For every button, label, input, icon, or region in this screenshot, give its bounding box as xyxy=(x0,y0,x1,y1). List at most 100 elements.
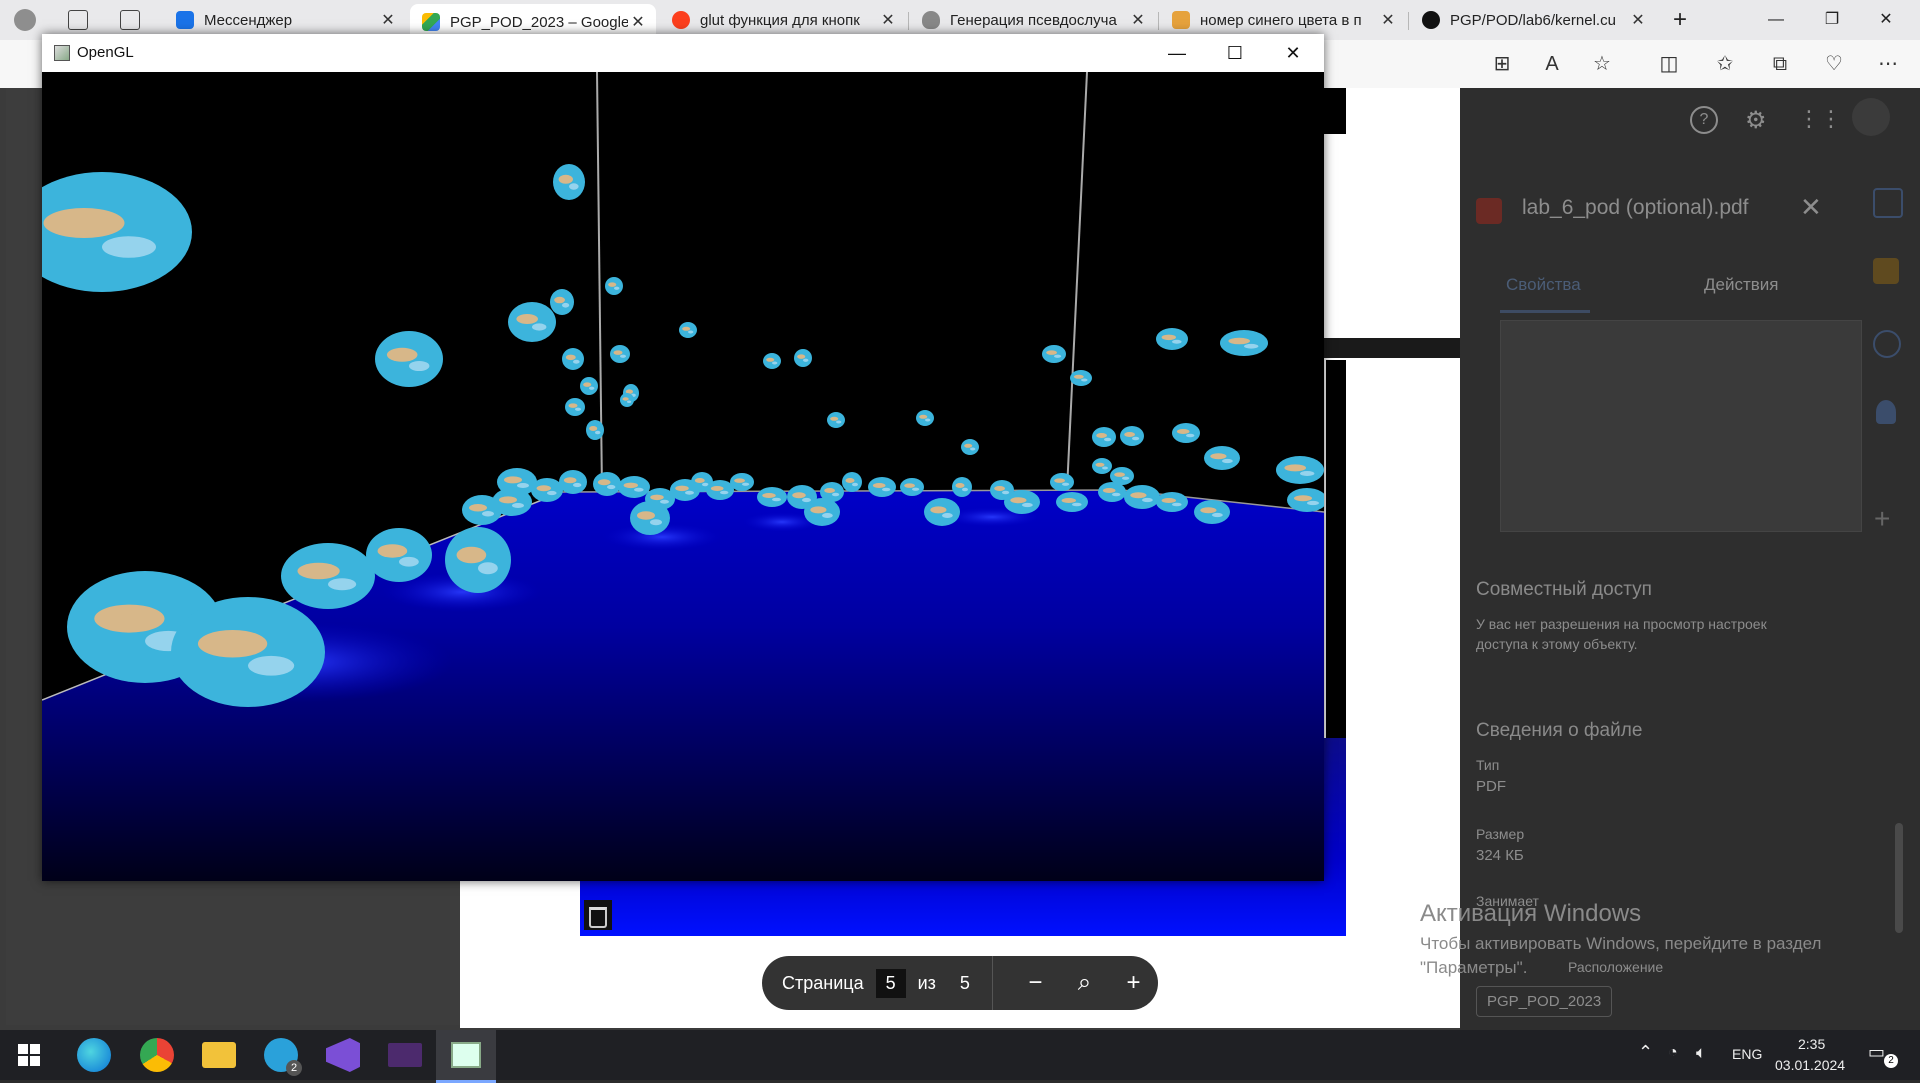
show-hidden-icons[interactable]: ⌃ xyxy=(1638,1042,1653,1063)
zoom-in-button[interactable]: + xyxy=(1109,969,1158,997)
recycle-bin-icon xyxy=(584,900,612,930)
browser-close-button[interactable]: ✕ xyxy=(1866,6,1906,34)
close-panel-icon[interactable]: ✕ xyxy=(1800,192,1822,223)
sphere-highlight xyxy=(1300,470,1315,477)
account-avatar[interactable] xyxy=(1852,98,1890,136)
notifications-icon[interactable]: ▭ 2 xyxy=(1868,1042,1898,1068)
browser-maximize-button[interactable]: ❐ xyxy=(1812,6,1852,34)
telegram-icon[interactable]: 2 xyxy=(264,1038,302,1076)
collections-icon[interactable]: ⧉ xyxy=(1768,52,1792,76)
sphere-highlight xyxy=(962,487,968,492)
zoom-out-button[interactable]: − xyxy=(1011,969,1060,997)
add-addon-icon[interactable]: + xyxy=(1874,503,1890,535)
folder-chip[interactable]: PGP_POD_2023 xyxy=(1476,986,1613,1017)
sphere-continent xyxy=(597,479,611,486)
sharing-text-2: доступа к этому объекту. xyxy=(1476,636,1638,652)
type-label: Тип xyxy=(1476,757,1500,773)
sphere-continent xyxy=(710,486,724,491)
tab-actions[interactable]: Действия xyxy=(1704,275,1778,295)
more-menu-icon[interactable]: ⋯ xyxy=(1876,52,1900,76)
new-tab-button[interactable]: + xyxy=(1660,6,1700,34)
opengl-titlebar[interactable]: OpenGL — ☐ ✕ xyxy=(42,34,1324,72)
settings-gear-icon[interactable]: ⚙ xyxy=(1745,106,1767,135)
tab-actions-icon[interactable] xyxy=(120,10,140,30)
tasks-icon[interactable] xyxy=(1873,330,1901,358)
sphere-continent xyxy=(1161,334,1177,341)
sphere-continent xyxy=(554,296,565,304)
sphere-highlight xyxy=(607,484,616,490)
opengl-scene xyxy=(42,72,1324,881)
calendar-icon[interactable] xyxy=(1873,188,1903,218)
close-tab-icon[interactable]: ✕ xyxy=(378,10,398,30)
sphere-highlight xyxy=(1112,492,1121,497)
sphere-continent xyxy=(1200,507,1217,514)
console-icon[interactable] xyxy=(388,1043,422,1067)
profile-avatar[interactable] xyxy=(14,9,36,31)
clock-time[interactable]: 2:35 xyxy=(1798,1036,1825,1052)
keep-icon[interactable] xyxy=(1873,258,1899,284)
apps-grid-icon[interactable]: ⋮⋮ xyxy=(1798,106,1842,132)
favorite-star-icon[interactable]: ☆ xyxy=(1590,52,1614,76)
language-indicator[interactable]: ENG xyxy=(1732,1046,1762,1062)
opengl-window-title: OpenGL xyxy=(77,44,134,61)
sphere-continent xyxy=(1176,429,1190,434)
tab-github[interactable]: PGP/POD/lab6/kernel.cu ✕ xyxy=(1410,4,1656,36)
close-tab-icon[interactable]: ✕ xyxy=(1628,10,1648,30)
sphere-continent xyxy=(1054,478,1065,483)
split-screen-icon[interactable]: ◫ xyxy=(1657,52,1681,76)
clock-date[interactable]: 03.01.2024 xyxy=(1775,1057,1845,1073)
tab-yandex[interactable]: glut функция для кнопк ✕ xyxy=(660,4,906,36)
sphere-highlight xyxy=(1102,466,1108,470)
read-aloud-icon[interactable]: A xyxy=(1540,52,1564,76)
opengl-minimize-button[interactable]: — xyxy=(1148,34,1206,72)
browser-minimize-button[interactable]: — xyxy=(1756,6,1796,34)
sphere-highlight xyxy=(102,236,156,258)
visual-studio-icon[interactable] xyxy=(326,1038,360,1072)
start-button[interactable] xyxy=(18,1044,40,1066)
file-explorer-icon[interactable] xyxy=(202,1042,236,1068)
panel-scrollbar[interactable] xyxy=(1895,823,1903,933)
sphere-highlight xyxy=(1132,436,1140,441)
tab-random-generation[interactable]: Генерация псевдослуча ✕ xyxy=(910,4,1156,36)
help-icon[interactable]: ? xyxy=(1690,106,1718,134)
tab-blue-color[interactable]: номер синего цвета в п ✕ xyxy=(1160,4,1406,36)
close-tab-icon[interactable]: ✕ xyxy=(1378,10,1398,30)
sphere-continent xyxy=(930,506,947,514)
volume-icon[interactable]: 🔈︎ xyxy=(1696,1043,1706,1063)
edge-browser-icon[interactable] xyxy=(77,1038,111,1072)
opengl-maximize-button[interactable]: ☐ xyxy=(1206,34,1264,72)
close-tab-icon[interactable]: ✕ xyxy=(878,10,898,30)
apps-icon[interactable]: ⊞ xyxy=(1490,52,1514,76)
opengl-window: OpenGL — ☐ ✕ xyxy=(42,34,1324,881)
tab-properties[interactable]: Свойства xyxy=(1506,275,1581,295)
chrome-icon[interactable] xyxy=(140,1038,174,1072)
browser-essentials-icon[interactable]: ♡ xyxy=(1822,52,1846,76)
sphere-continent xyxy=(734,478,745,483)
favorites-icon[interactable]: ✩ xyxy=(1713,52,1737,76)
network-icon[interactable]: ◔ xyxy=(1668,1044,1678,1062)
page-number-input[interactable]: 5 xyxy=(875,968,906,998)
sphere-continent xyxy=(1294,495,1312,502)
opengl-render-canvas[interactable] xyxy=(42,72,1324,881)
tab-messenger[interactable]: Мессенджер ✕ xyxy=(164,4,406,36)
of-label: из xyxy=(917,972,936,993)
close-tab-icon[interactable]: ✕ xyxy=(628,12,648,32)
opengl-taskbar-item[interactable] xyxy=(436,1030,496,1083)
close-tab-icon[interactable]: ✕ xyxy=(1128,10,1148,30)
contacts-icon[interactable] xyxy=(1876,400,1896,424)
details-title: Сведения о файле xyxy=(1476,720,1643,741)
sphere-continent xyxy=(1114,472,1125,477)
zoom-icon[interactable]: ⌕ xyxy=(1060,969,1109,997)
sphere-highlight xyxy=(620,354,626,358)
sphere-highlight xyxy=(575,407,581,411)
tab-label: Мессенджер xyxy=(204,11,293,29)
opengl-close-button[interactable]: ✕ xyxy=(1264,34,1322,72)
sphere-highlight xyxy=(532,323,547,331)
workspaces-icon[interactable] xyxy=(68,10,88,30)
sphere-continent xyxy=(1095,462,1105,467)
sphere-highlight xyxy=(595,430,601,435)
sphere-highlight xyxy=(772,497,781,502)
sphere-highlight xyxy=(1054,354,1062,358)
sphere-highlight xyxy=(589,386,595,390)
sphere-continent xyxy=(1130,492,1147,499)
